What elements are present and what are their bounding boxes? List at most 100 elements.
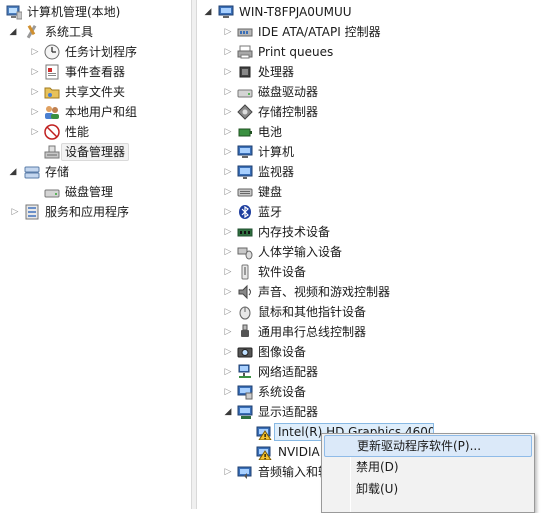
network-icon xyxy=(237,364,253,380)
category-storage-controller[interactable]: ▷ 存储控制器 xyxy=(197,102,537,122)
expand-arrow-icon[interactable]: ▷ xyxy=(30,82,40,102)
monitor-icon xyxy=(237,164,253,180)
tree-item-shared-folders[interactable]: ▷ 共享文件夹 xyxy=(0,82,190,102)
display-adapter-icon xyxy=(237,404,253,420)
expand-arrow-icon[interactable]: ▷ xyxy=(10,202,20,222)
expand-arrow-icon[interactable]: ▷ xyxy=(30,102,40,122)
expand-arrow-icon[interactable]: ▷ xyxy=(30,42,40,62)
category-label: 通用串行总线控制器 xyxy=(258,325,367,339)
expand-arrow-icon[interactable]: ▷ xyxy=(30,62,40,82)
tree-item-event-viewer[interactable]: ▷ 事件查看器 xyxy=(0,62,190,82)
category-network[interactable]: ▷ 网络适配器 xyxy=(197,362,537,382)
category-software-device[interactable]: ▷ 软件设备 xyxy=(197,262,537,282)
tree-item-local-users[interactable]: ▷ 本地用户和组 xyxy=(0,102,190,122)
category-label: 监视器 xyxy=(258,165,295,179)
device-tree-root[interactable]: ◢ WIN-T8FPJA0UMUU xyxy=(197,2,537,22)
expand-arrow-icon[interactable]: ▷ xyxy=(223,462,233,482)
category-label: 软件设备 xyxy=(258,265,307,279)
mouse-icon xyxy=(237,304,253,320)
category-monitor[interactable]: ▷ 监视器 xyxy=(197,162,537,182)
memory-icon xyxy=(237,224,253,240)
expand-arrow-icon[interactable]: ▷ xyxy=(223,142,233,162)
menu-item-disable[interactable]: 禁用(D) xyxy=(324,456,532,478)
menu-item-uninstall[interactable]: 卸载(U) xyxy=(324,478,532,500)
category-speaker[interactable]: ▷ 声音、视频和游戏控制器 xyxy=(197,282,537,302)
category-label: 鼠标和其他指针设备 xyxy=(258,305,367,319)
tree-root-computer-management[interactable]: 计算机管理(本地) xyxy=(0,2,190,22)
expand-arrow-icon[interactable]: ▷ xyxy=(223,282,233,302)
category-printer[interactable]: ▷ Print queues xyxy=(197,42,537,62)
expand-arrow-icon[interactable]: ▷ xyxy=(30,122,40,142)
menu-item-update-driver[interactable]: 更新驱动程序软件(P)... xyxy=(324,435,532,457)
category-mouse[interactable]: ▷ 鼠标和其他指针设备 xyxy=(197,302,537,322)
collapse-arrow-icon[interactable]: ◢ xyxy=(203,2,213,22)
expand-arrow-icon[interactable]: ▷ xyxy=(223,82,233,102)
expand-arrow-icon[interactable]: ▷ xyxy=(223,342,233,362)
collapse-arrow-icon[interactable]: ◢ xyxy=(8,162,18,182)
category-label: 电池 xyxy=(258,125,283,139)
tree-item-label: 性能 xyxy=(65,125,90,139)
expand-arrow-icon[interactable]: ▷ xyxy=(223,42,233,62)
category-camera[interactable]: ▷ 图像设备 xyxy=(197,342,537,362)
display-adapter-icon xyxy=(256,424,272,440)
printer-icon xyxy=(237,44,253,60)
tree-item-device-manager[interactable]: 设备管理器 xyxy=(0,142,190,162)
category-label: 图像设备 xyxy=(258,345,307,359)
category-label: Print queues xyxy=(258,45,334,59)
expand-arrow-icon[interactable]: ▷ xyxy=(223,362,233,382)
tree-item-storage[interactable]: ◢ 存储 xyxy=(0,162,190,182)
expand-arrow-icon[interactable]: ▷ xyxy=(223,162,233,182)
expand-arrow-icon[interactable]: ▷ xyxy=(223,382,233,402)
category-label: 键盘 xyxy=(258,185,283,199)
expand-arrow-icon[interactable]: ▷ xyxy=(223,122,233,142)
computer-management-icon xyxy=(6,4,22,20)
expand-arrow-icon[interactable]: ▷ xyxy=(223,102,233,122)
device-tree-root-label: WIN-T8FPJA0UMUU xyxy=(239,5,352,19)
speaker-icon xyxy=(237,284,253,300)
storage-controller-icon xyxy=(237,104,253,120)
tree-item-label: 磁盘管理 xyxy=(65,185,114,199)
category-hid[interactable]: ▷ 人体学输入设备 xyxy=(197,242,537,262)
category-label: 人体学输入设备 xyxy=(258,245,343,259)
tree-item-performance[interactable]: ▷ 性能 xyxy=(0,122,190,142)
hid-icon xyxy=(237,244,253,260)
services-icon xyxy=(24,204,40,220)
category-display-adapter[interactable]: ◢ 显示适配器 xyxy=(197,402,537,422)
tree-item-task-scheduler[interactable]: ▷ 任务计划程序 xyxy=(0,42,190,62)
category-disk-drive[interactable]: ▷ 磁盘驱动器 xyxy=(197,82,537,102)
category-label: 蓝牙 xyxy=(258,205,283,219)
tree-item-label: 系统工具 xyxy=(45,25,94,39)
tree-item-label: 共享文件夹 xyxy=(65,85,126,99)
category-bluetooth[interactable]: ▷ 蓝牙 xyxy=(197,202,537,222)
tree-item-label: 服务和应用程序 xyxy=(45,205,130,219)
tree-item-services-apps[interactable]: ▷ 服务和应用程序 xyxy=(0,202,190,222)
expand-arrow-icon[interactable]: ▷ xyxy=(223,322,233,342)
expand-arrow-icon[interactable]: ▷ xyxy=(223,22,233,42)
context-menu: 更新驱动程序软件(P)... 禁用(D) 卸载(U) xyxy=(321,433,535,513)
expand-arrow-icon[interactable]: ▷ xyxy=(223,302,233,322)
category-keyboard[interactable]: ▷ 键盘 xyxy=(197,182,537,202)
category-label: 内存技术设备 xyxy=(258,225,331,239)
category-memory[interactable]: ▷ 内存技术设备 xyxy=(197,222,537,242)
expand-arrow-icon[interactable]: ▷ xyxy=(223,262,233,282)
category-processor[interactable]: ▷ 处理器 xyxy=(197,62,537,82)
category-system-device[interactable]: ▷ 系统设备 xyxy=(197,382,537,402)
tree-item-label: 设备管理器 xyxy=(61,143,130,161)
tree-item-system-tools[interactable]: ◢ 系统工具 xyxy=(0,22,190,42)
expand-arrow-icon[interactable]: ▷ xyxy=(223,182,233,202)
system-device-icon xyxy=(237,384,253,400)
battery-icon xyxy=(237,124,253,140)
category-computer[interactable]: ▷ 计算机 xyxy=(197,142,537,162)
warning-icon xyxy=(256,444,272,460)
collapse-arrow-icon[interactable]: ◢ xyxy=(8,22,18,42)
category-label: 磁盘驱动器 xyxy=(258,85,319,99)
collapse-arrow-icon[interactable]: ◢ xyxy=(223,402,233,422)
expand-arrow-icon[interactable]: ▷ xyxy=(223,242,233,262)
category-battery[interactable]: ▷ 电池 xyxy=(197,122,537,142)
expand-arrow-icon[interactable]: ▷ xyxy=(223,222,233,242)
category-usb[interactable]: ▷ 通用串行总线控制器 xyxy=(197,322,537,342)
tree-item-disk-management[interactable]: 磁盘管理 xyxy=(0,182,190,202)
expand-arrow-icon[interactable]: ▷ xyxy=(223,202,233,222)
category-ide-controller[interactable]: ▷ IDE ATA/ATAPI 控制器 xyxy=(197,22,537,42)
expand-arrow-icon[interactable]: ▷ xyxy=(223,62,233,82)
